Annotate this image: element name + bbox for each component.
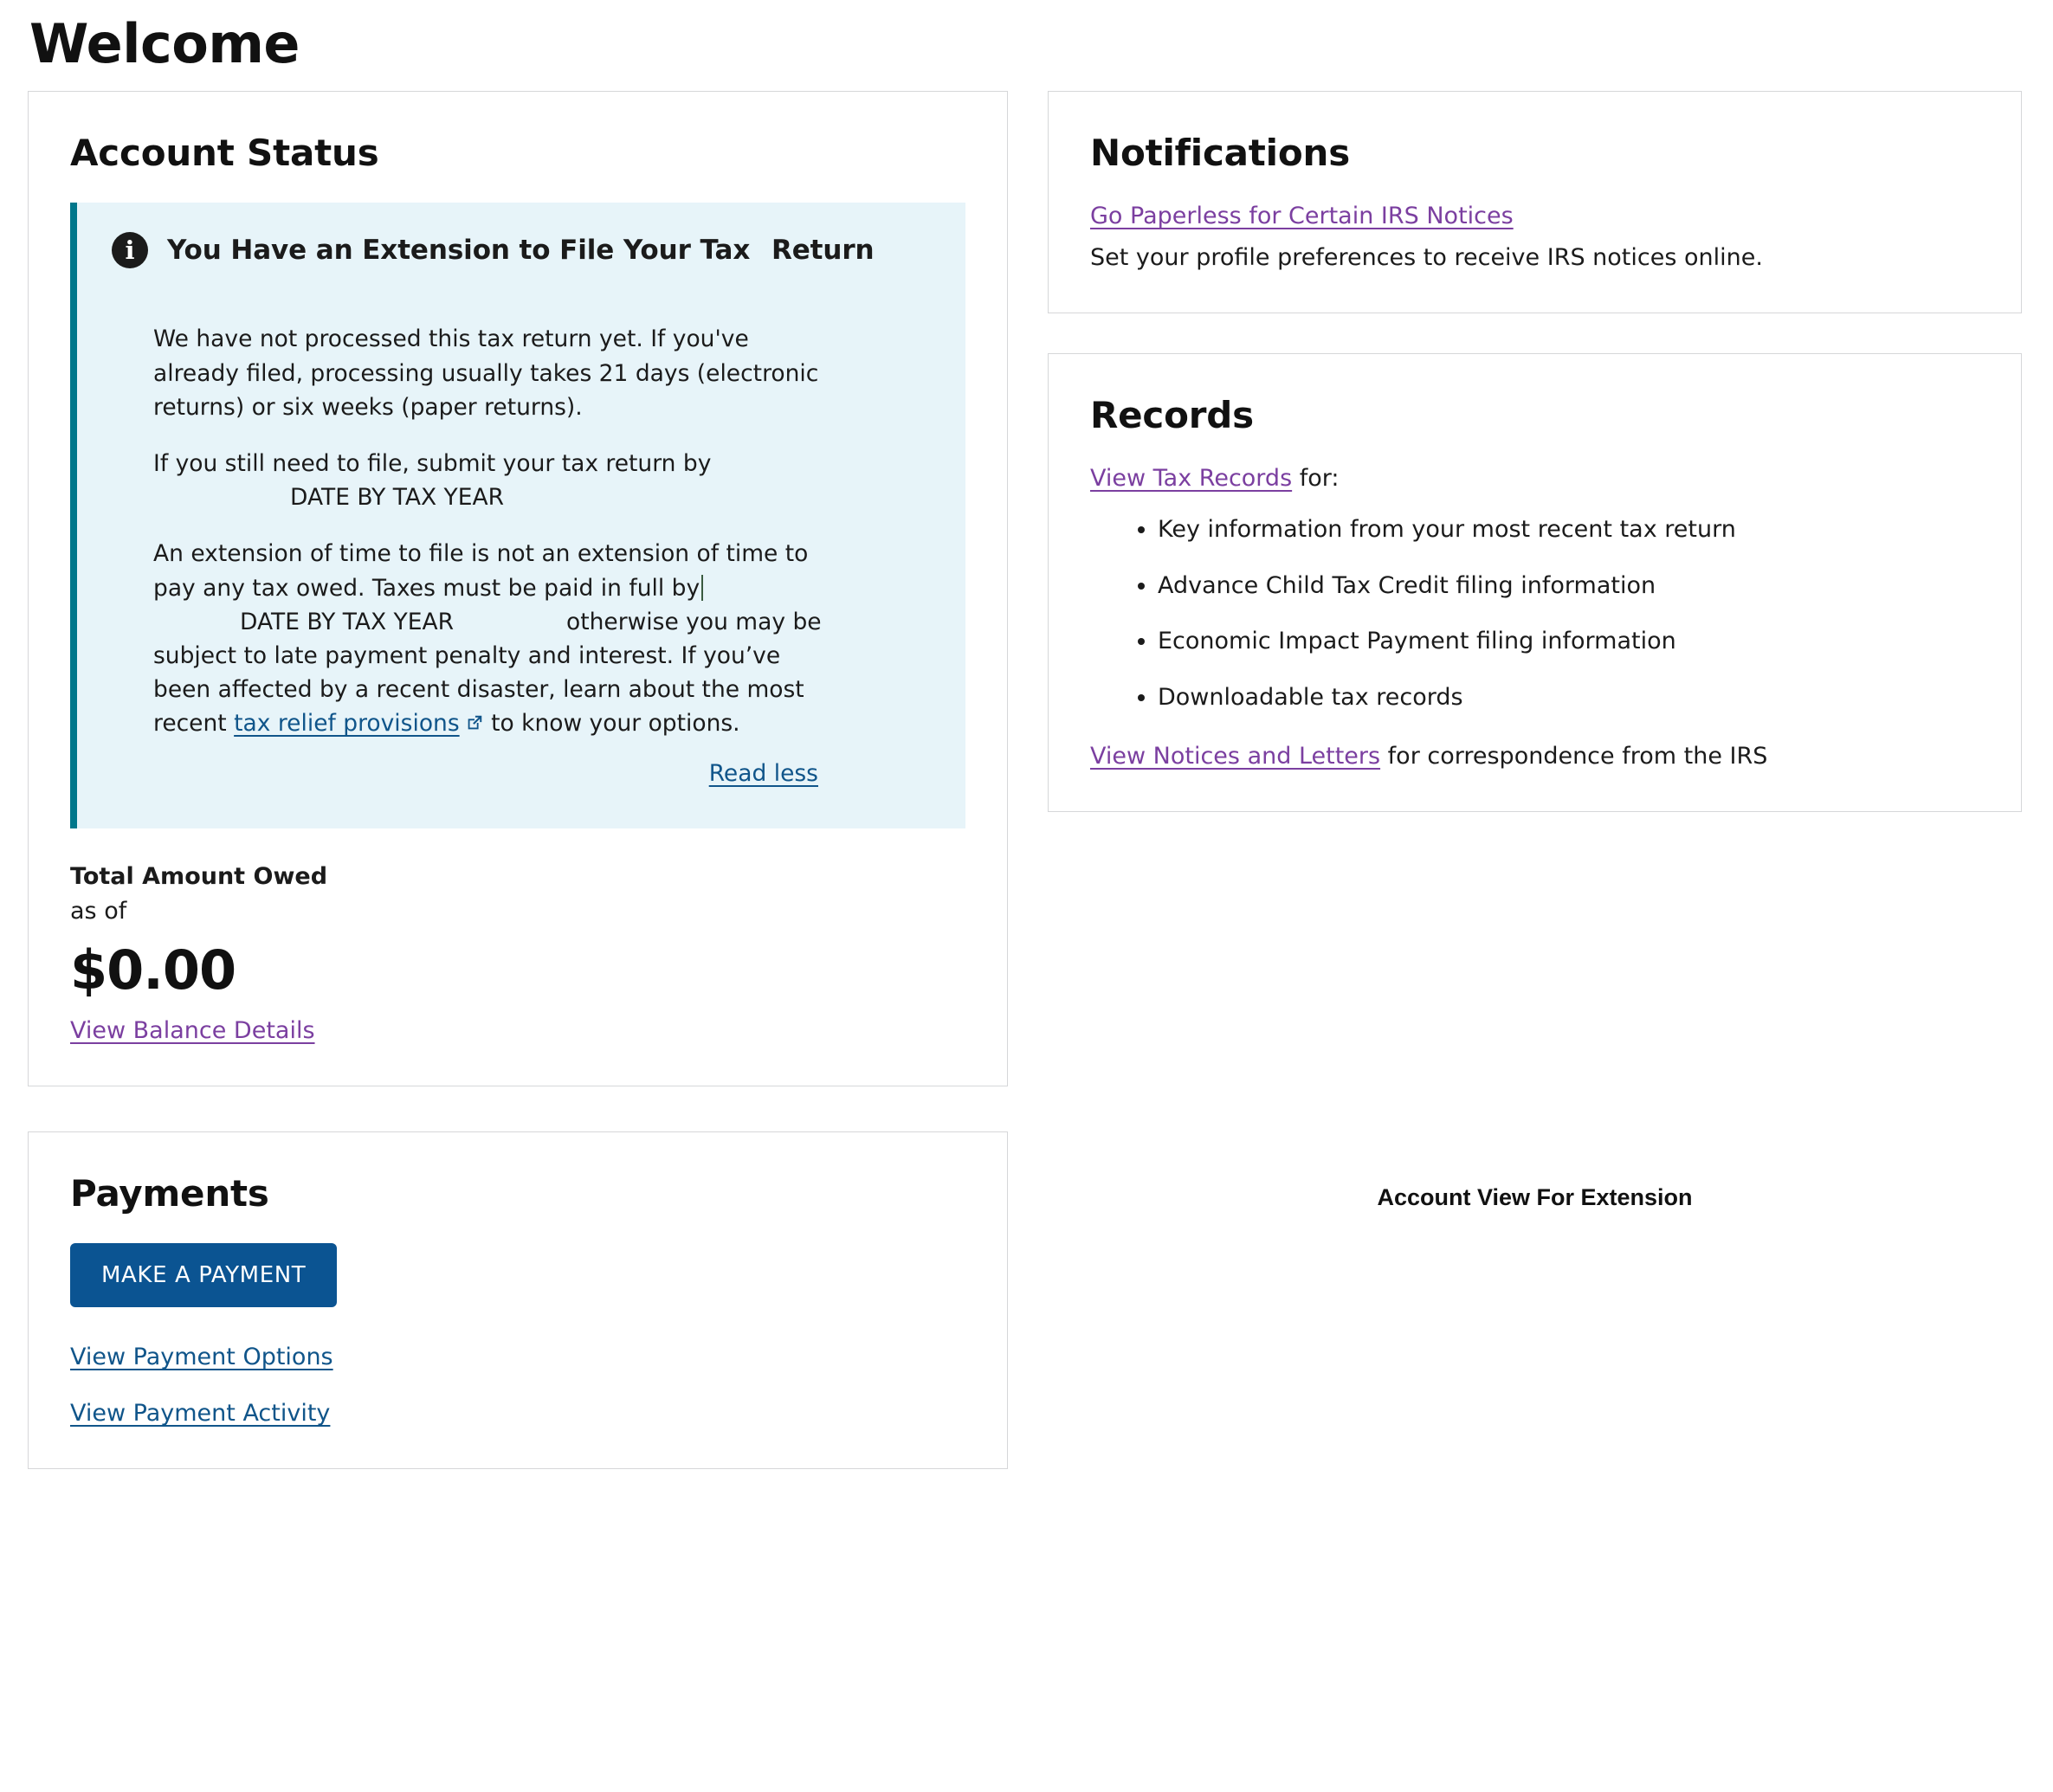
read-less-row: Read less [153,757,830,790]
records-intro-suffix: for: [1299,465,1340,493]
notifications-description: Set your profile preferences to receive … [1090,244,1763,272]
alert-title: You Have an Extension to File Your Tax R… [167,235,875,267]
alert-title-part1: You Have an Extension to File Your Tax [167,235,751,267]
alert-paragraph-2: If you still need to file, submit your t… [153,447,830,514]
records-list: Key information from your most recent ta… [1090,514,1979,713]
alert-paragraph-2-lead: If you still need to file, submit your t… [153,449,712,477]
left-column: Account Status i You Have an Extension t… [28,91,1008,1470]
view-payment-activity-link[interactable]: View Payment Activity [70,1400,965,1427]
records-footer: View Notices and Letters for corresponde… [1090,743,1979,770]
view-payment-options-link[interactable]: View Payment Options [70,1344,965,1370]
figure-caption: Account View For Extension [1377,1184,1693,1211]
right-column: Notifications Go Paperless for Certain I… [1048,91,2022,1211]
payments-card: Payments MAKE A PAYMENT View Payment Opt… [28,1131,1008,1470]
account-status-heading: Account Status [70,132,379,175]
main-grid: Account Status i You Have an Extension t… [28,91,2025,1470]
list-item: Advance Child Tax Credit filing informat… [1158,570,1979,602]
balance-section: Total Amount Owed as of $0.00 View Balan… [70,863,965,1044]
list-item: Downloadable tax records [1158,682,1979,713]
external-link-icon [465,713,484,732]
notifications-heading: Notifications [1090,132,1351,175]
alert-title-part2: Return [771,235,875,267]
date-by-tax-year-placeholder-1: DATE BY TAX YEAR [290,484,505,512]
text-caret [701,574,704,601]
total-amount-owed-label: Total Amount Owed [70,862,328,890]
info-circle-icon: i [112,232,148,269]
payments-heading: Payments [70,1172,269,1215]
read-less-link[interactable]: Read less [709,760,818,787]
balance-as-of-date: as of [70,897,127,925]
go-paperless-link[interactable]: Go Paperless for Certain IRS Notices [1090,203,1514,229]
balance-amount: $0.00 [70,938,236,1002]
records-heading: Records [1090,394,1254,437]
account-status-card: Account Status i You Have an Extension t… [28,91,1008,1086]
records-footer-suffix: for correspondence from the IRS [1387,743,1768,770]
notifications-card: Notifications Go Paperless for Certain I… [1048,91,2022,314]
extension-alert: i You Have an Extension to File Your Tax… [70,203,965,828]
view-notices-and-letters-link[interactable]: View Notices and Letters [1090,743,1380,770]
list-item: Economic Impact Payment filing informati… [1158,626,1979,657]
records-card: Records View Tax Records for: Key inform… [1048,353,2022,813]
list-item: Key information from your most recent ta… [1158,514,1979,545]
alert-body: We have not processed this tax return ye… [112,322,830,790]
view-balance-details-link[interactable]: View Balance Details [70,1017,315,1044]
alert-paragraph-3-lead: An extension of time to file is not an e… [153,540,809,602]
make-a-payment-button[interactable]: MAKE A PAYMENT [70,1243,338,1308]
date-by-tax-year-placeholder-2: DATE BY TAX YEAR [240,608,455,635]
view-tax-records-link[interactable]: View Tax Records [1090,465,1292,492]
alert-paragraph-3: An extension of time to file is not an e… [153,537,830,740]
page-root: Welcome Account Status i You Have an Ext… [0,12,2053,1470]
page-title: Welcome [29,12,300,75]
tax-relief-provisions-link[interactable]: tax relief provisions [234,710,460,737]
records-intro: View Tax Records for: [1090,465,1979,492]
alert-header: i You Have an Extension to File Your Tax… [112,232,931,269]
alert-paragraph-3-tail: to know your options. [491,710,740,738]
alert-paragraph-1: We have not processed this tax return ye… [153,326,819,421]
